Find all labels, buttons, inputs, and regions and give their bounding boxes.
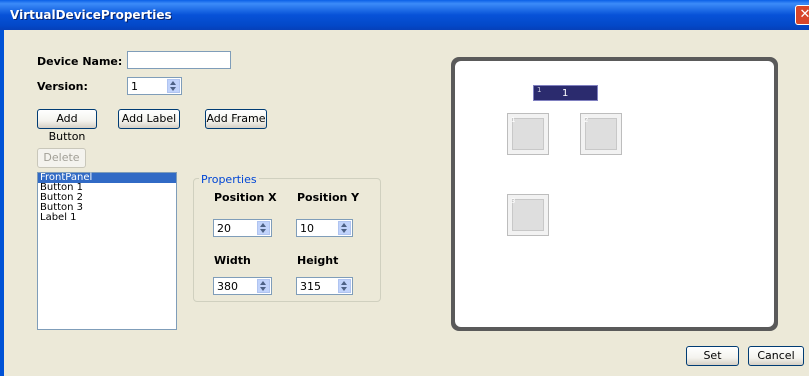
add-frame-button[interactable]: Add Frame: [205, 109, 267, 129]
version-stepper[interactable]: 1: [127, 77, 182, 95]
width-value: 380: [217, 280, 238, 293]
preview-label-index: 1: [537, 86, 542, 94]
height-stepper[interactable]: 315: [296, 277, 353, 295]
set-button[interactable]: Set: [686, 346, 739, 366]
list-item[interactable]: Label 1: [38, 213, 176, 223]
close-button[interactable]: ✕: [795, 5, 809, 25]
position-y-value: 10: [300, 222, 314, 235]
title-bar[interactable]: VirtualDeviceProperties ✕: [0, 0, 809, 30]
preview-button-element[interactable]: 1: [507, 113, 549, 155]
cancel-button[interactable]: Cancel: [748, 346, 804, 366]
position-y-label: Position Y: [297, 191, 360, 204]
position-y-stepper[interactable]: 10: [296, 219, 353, 237]
spinner-arrows-icon[interactable]: [338, 279, 351, 293]
delete-button[interactable]: Delete: [37, 148, 86, 168]
device-name-input[interactable]: [127, 51, 231, 69]
dialog-window: VirtualDeviceProperties ✕ Device Name: V…: [0, 0, 809, 376]
preview-button-element[interactable]: 3: [507, 194, 549, 236]
window-title: VirtualDeviceProperties: [10, 8, 172, 22]
position-x-value: 20: [217, 222, 231, 235]
preview-button-element[interactable]: 2: [580, 113, 622, 155]
width-label: Width: [214, 254, 251, 267]
preview-button-index: 3: [511, 197, 516, 205]
height-value: 315: [300, 280, 321, 293]
preview-button-index: 2: [584, 116, 589, 124]
window-border-left: [0, 30, 4, 376]
height-label: Height: [297, 254, 339, 267]
device-name-label: Device Name:: [37, 55, 123, 68]
version-label: Version:: [37, 80, 88, 93]
preview-label-text: 1: [562, 88, 569, 99]
preview-canvas[interactable]: [455, 61, 774, 327]
spinner-arrows-icon[interactable]: [257, 279, 270, 293]
preview-label-element[interactable]: 1 1: [533, 85, 598, 101]
position-x-label: Position X: [214, 191, 277, 204]
preview-button-index: 1: [511, 116, 516, 124]
spinner-arrows-icon[interactable]: [167, 79, 180, 93]
element-list[interactable]: FrontPanel Button 1 Button 2 Button 3 La…: [37, 172, 177, 330]
position-x-stepper[interactable]: 20: [213, 219, 272, 237]
width-stepper[interactable]: 380: [213, 277, 272, 295]
add-button-button[interactable]: Add Button: [37, 109, 97, 143]
properties-group-title: Properties: [199, 173, 259, 186]
close-icon: ✕: [799, 7, 809, 22]
spinner-arrows-icon[interactable]: [338, 221, 351, 235]
spinner-arrows-icon[interactable]: [257, 221, 270, 235]
add-label-button[interactable]: Add Label: [118, 109, 180, 129]
version-value: 1: [131, 80, 138, 93]
